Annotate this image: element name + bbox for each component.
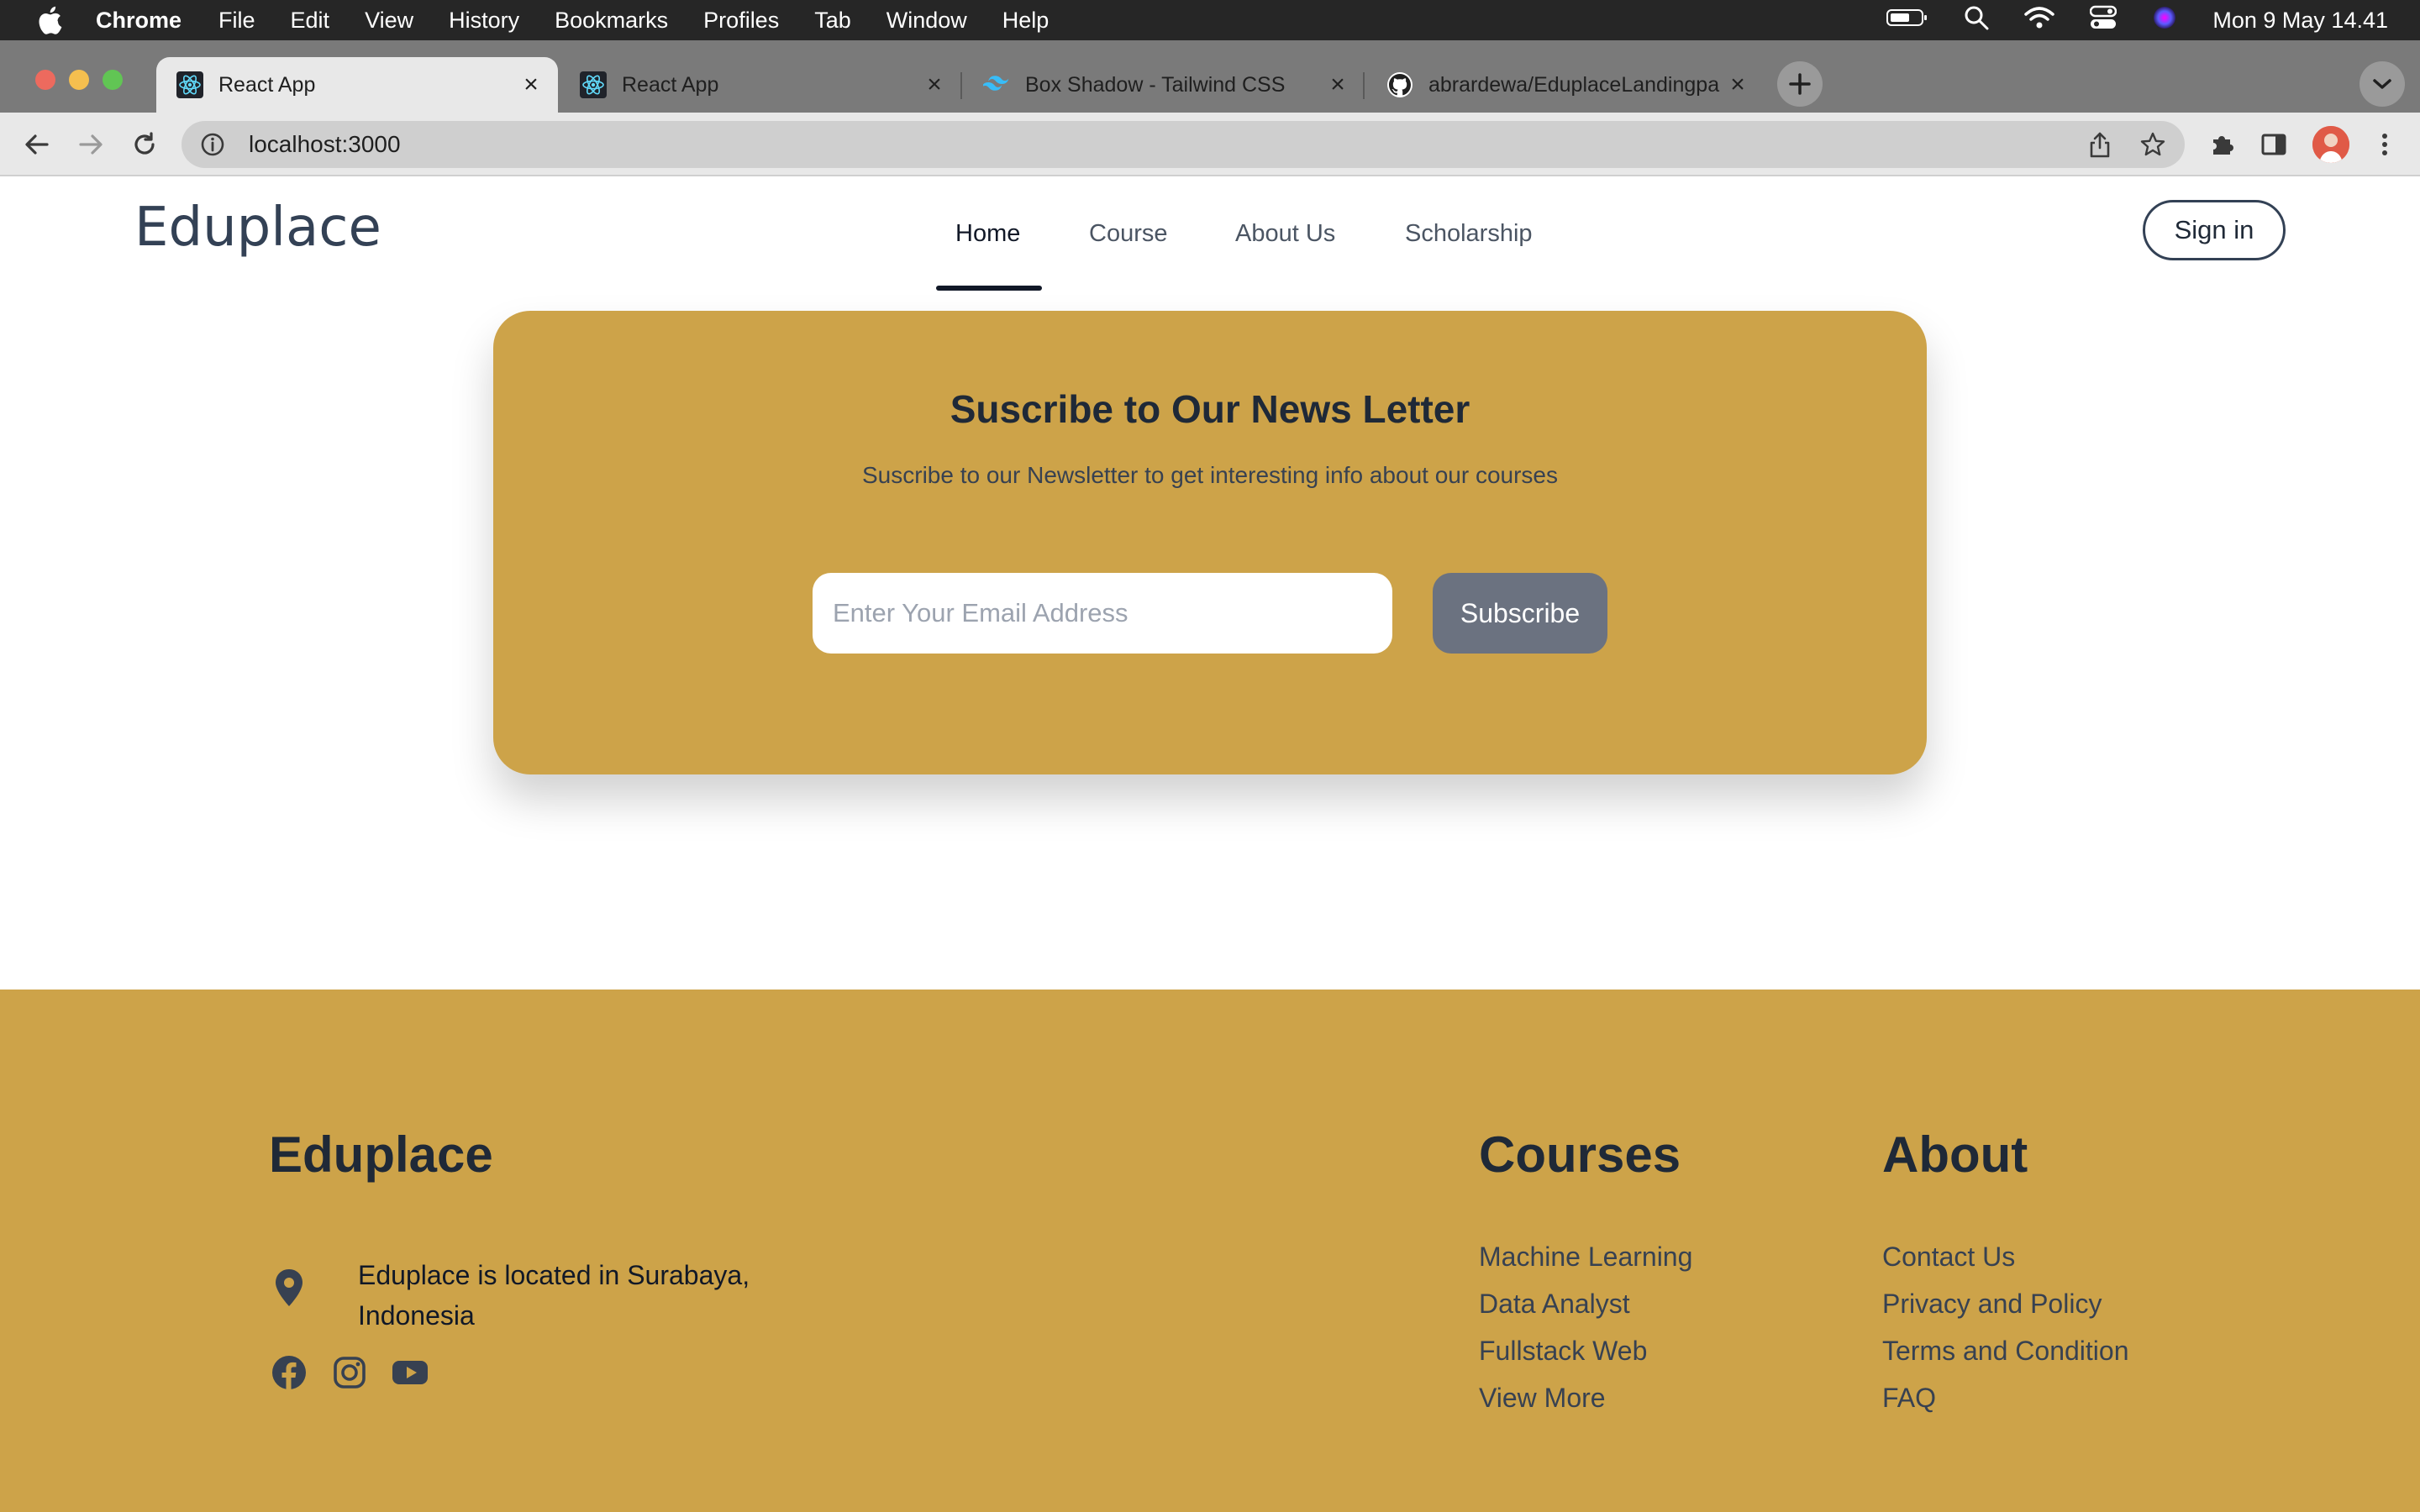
bookmark-star-icon[interactable] <box>2139 131 2166 164</box>
side-panel-icon[interactable] <box>2257 128 2291 161</box>
newsletter-title: Suscribe to Our News Letter <box>950 387 1470 431</box>
subscribe-button[interactable]: Subscribe <box>1433 573 1607 654</box>
window-close-button[interactable] <box>35 70 55 90</box>
newsletter-card: Suscribe to Our News Letter Suscribe to … <box>493 311 1927 774</box>
apple-icon[interactable] <box>35 6 64 34</box>
menu-app-name[interactable]: Chrome <box>96 8 182 34</box>
menu-history[interactable]: History <box>449 8 519 34</box>
newsletter-subtitle: Suscribe to our Newsletter to get intere… <box>862 462 1558 488</box>
share-icon[interactable] <box>2087 131 2112 164</box>
menu-tab[interactable]: Tab <box>814 8 851 34</box>
control-center-icon[interactable] <box>2090 5 2118 36</box>
tab-separator <box>1363 72 1365 99</box>
menu-profiles[interactable]: Profiles <box>703 8 779 34</box>
nav-scholarship[interactable]: Scholarship <box>1405 220 1533 248</box>
menu-help[interactable]: Help <box>1002 8 1050 34</box>
browser-tab-github[interactable]: abrardewa/EduplaceLandingpa × <box>1366 57 1765 113</box>
nav-active-indicator <box>936 286 1042 291</box>
email-input[interactable] <box>813 573 1392 654</box>
youtube-icon[interactable] <box>392 1354 429 1391</box>
chrome-menu-kebab-icon[interactable] <box>2368 128 2402 161</box>
site-info-icon[interactable] <box>200 132 225 157</box>
window-zoom-button[interactable] <box>103 70 123 90</box>
battery-icon[interactable] <box>1886 8 1928 34</box>
react-icon <box>580 71 607 98</box>
browser-tab-react-app-active[interactable]: React App × <box>156 57 558 113</box>
profile-avatar[interactable] <box>2312 126 2349 163</box>
react-icon <box>176 71 203 98</box>
map-pin-icon <box>271 1267 308 1309</box>
footer-link-faq[interactable]: FAQ <box>1882 1383 1936 1414</box>
menu-clock[interactable]: Mon 9 May 14.41 <box>2212 8 2388 34</box>
browser-tab-react-app[interactable]: React App × <box>560 57 961 113</box>
tab-separator <box>960 72 962 99</box>
menu-window[interactable]: Window <box>886 8 967 34</box>
wifi-icon[interactable] <box>2024 6 2055 35</box>
instagram-icon[interactable] <box>331 1354 368 1391</box>
sign-in-button[interactable]: Sign in <box>2143 200 2286 260</box>
facebook-icon[interactable] <box>271 1354 308 1391</box>
browser-toolbar: localhost:3000 <box>0 113 2420 176</box>
new-tab-button[interactable] <box>1777 61 1823 107</box>
github-icon <box>1386 71 1413 98</box>
tab-search-chevron-icon[interactable] <box>2360 61 2405 107</box>
footer-link-terms-condition[interactable]: Terms and Condition <box>1882 1336 2128 1367</box>
tab-title: React App <box>218 72 316 97</box>
footer-link-contact-us[interactable]: Contact Us <box>1882 1242 2015 1273</box>
siri-icon[interactable] <box>2152 5 2177 36</box>
address-bar-url: localhost:3000 <box>249 131 401 157</box>
footer-brand: Eduplace <box>269 1126 493 1183</box>
back-arrow-icon[interactable] <box>20 128 54 161</box>
main-nav: Home Course About Us Scholarship <box>0 208 2420 291</box>
footer-about-title: About <box>1882 1126 2028 1183</box>
footer-link-privacy-policy[interactable]: Privacy and Policy <box>1882 1289 2102 1320</box>
browser-tab-box-shadow-tailwind[interactable]: Box Shadow - Tailwind CSS × <box>963 57 1365 113</box>
tab-close-icon[interactable]: × <box>519 71 543 98</box>
web-page: Eduplace Home Course About Us Scholarshi… <box>0 176 2420 1512</box>
nav-about-us[interactable]: About Us <box>1235 220 1335 248</box>
tab-title: Box Shadow - Tailwind CSS <box>1025 72 1286 97</box>
menu-edit[interactable]: Edit <box>291 8 330 34</box>
footer-courses-title: Courses <box>1479 1126 1681 1183</box>
address-bar[interactable]: localhost:3000 <box>182 121 2185 168</box>
tailwind-icon <box>983 71 1010 98</box>
reload-icon[interactable] <box>128 128 161 161</box>
nav-course[interactable]: Course <box>1089 220 1168 248</box>
tab-title: abrardewa/EduplaceLandingpa <box>1428 72 1720 97</box>
macos-menu-bar: Chrome File Edit View History Bookmarks … <box>0 0 2420 40</box>
spotlight-search-icon[interactable] <box>1964 5 1989 36</box>
nav-home[interactable]: Home <box>955 220 1020 248</box>
site-footer: Eduplace Eduplace is located in Surabaya… <box>0 990 2420 1512</box>
tab-close-icon[interactable]: × <box>923 71 946 98</box>
menu-bookmarks[interactable]: Bookmarks <box>555 8 668 34</box>
footer-link-machine-learning[interactable]: Machine Learning <box>1479 1242 1692 1273</box>
extensions-puzzle-icon[interactable] <box>2205 128 2238 161</box>
tab-title: React App <box>622 72 719 97</box>
browser-tab-strip: React App × React App × Box Shadow - Tai… <box>0 40 2420 113</box>
window-minimize-button[interactable] <box>69 70 89 90</box>
tab-close-icon[interactable]: × <box>1726 71 1749 98</box>
tab-close-icon[interactable]: × <box>1326 71 1349 98</box>
forward-arrow-icon[interactable] <box>74 128 108 161</box>
footer-link-fullstack-web[interactable]: Fullstack Web <box>1479 1336 1647 1367</box>
menu-view[interactable]: View <box>365 8 413 34</box>
menu-file[interactable]: File <box>218 8 255 34</box>
footer-link-view-more[interactable]: View More <box>1479 1383 1606 1414</box>
footer-location: Eduplace is located in Surabaya, Indones… <box>358 1260 750 1331</box>
footer-link-data-analyst[interactable]: Data Analyst <box>1479 1289 1630 1320</box>
